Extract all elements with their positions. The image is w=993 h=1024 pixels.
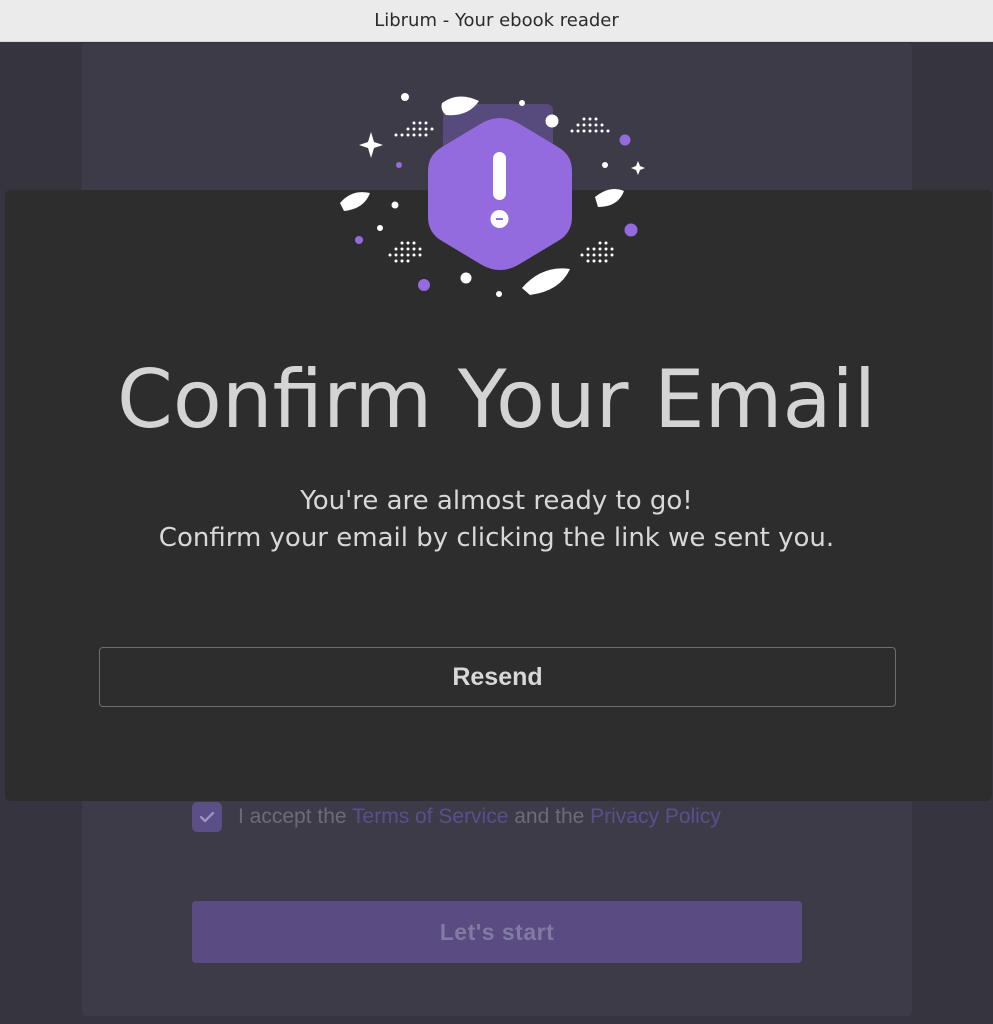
modal-message: You're are almost ready to go! Confirm y… — [0, 483, 993, 557]
terms-of-service-link[interactable]: Terms of Service — [352, 805, 508, 828]
dot-grid-icon — [394, 121, 434, 137]
terms-row: I accept the Terms of Service and the Pr… — [192, 801, 721, 833]
confirm-email-illustration — [340, 93, 645, 297]
checkmark-icon — [199, 811, 215, 823]
privacy-policy-link[interactable]: Privacy Policy — [590, 805, 721, 828]
modal-title: Confirm Your Email — [117, 353, 876, 446]
sparkle-icon — [631, 161, 645, 175]
modal-message-line-1: You're are almost ready to go! — [300, 486, 693, 516]
resend-button[interactable]: Resend — [99, 647, 896, 707]
sparkle-icon — [359, 132, 383, 158]
terms-checkbox[interactable] — [192, 802, 222, 832]
terms-text: I accept the Terms of Service and the Pr… — [238, 805, 721, 829]
dot-grid-icon — [570, 117, 610, 133]
exclamation-icon — [490, 152, 509, 228]
leaf-icon — [522, 268, 570, 295]
window-title: Librum - Your ebook reader — [374, 10, 619, 31]
window-titlebar: Librum - Your ebook reader — [0, 0, 993, 42]
terms-middle: and the — [508, 805, 591, 828]
leaf-icon — [340, 192, 370, 211]
dot-grid-icon — [388, 241, 422, 263]
dot-grid-icon — [580, 241, 614, 263]
leaf-icon — [595, 189, 624, 207]
modal-message-line-2: Confirm your email by clicking the link … — [158, 523, 835, 553]
terms-prefix: I accept the — [238, 805, 353, 828]
lets-start-button[interactable]: Let's start — [192, 901, 802, 963]
